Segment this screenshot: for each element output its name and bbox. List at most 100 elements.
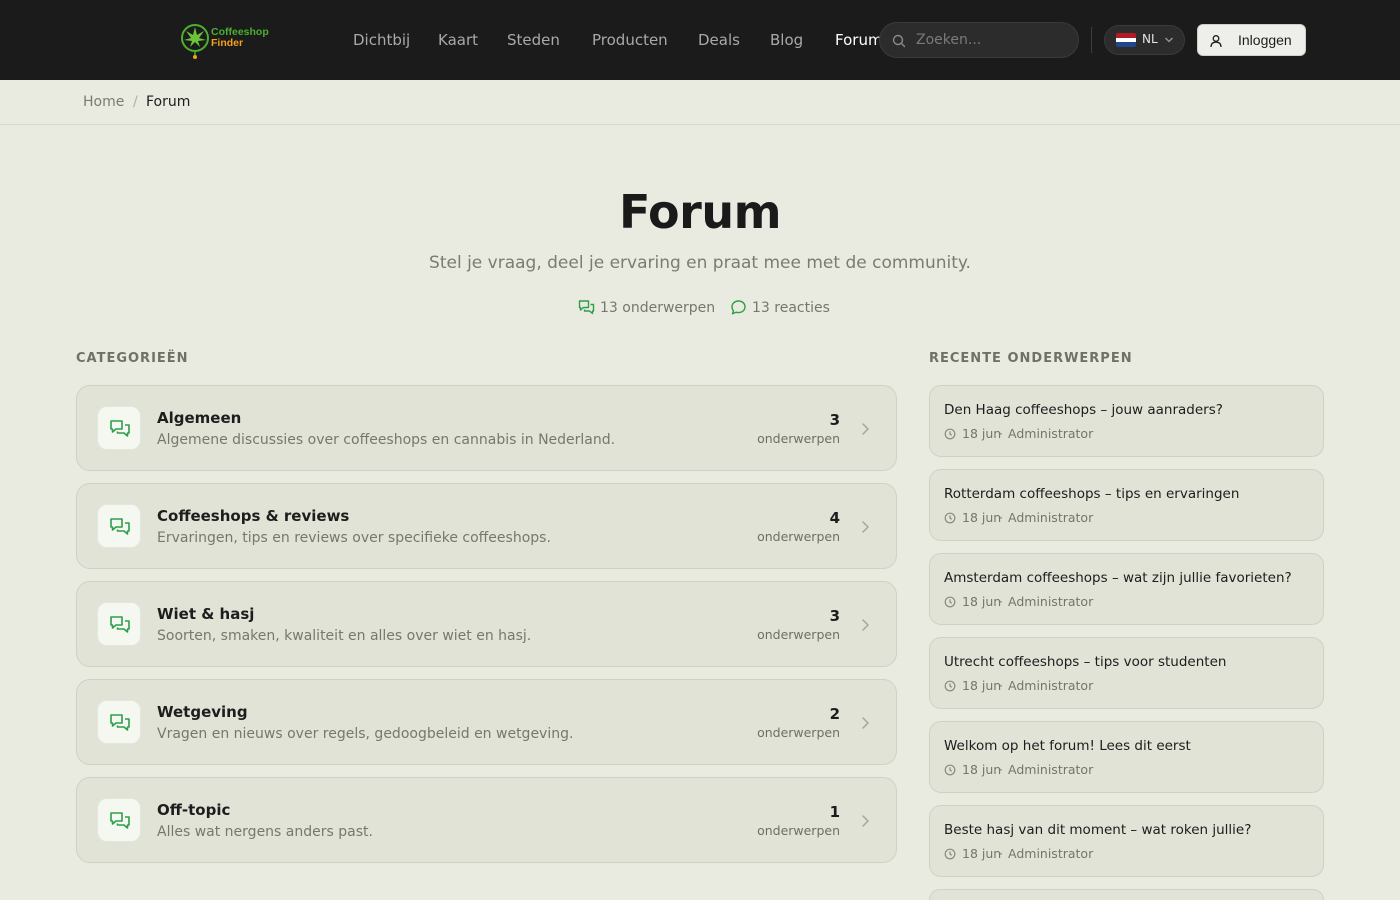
clock-icon (944, 848, 956, 860)
nav-divider (1091, 27, 1092, 53)
chat-bubbles-icon (110, 812, 130, 829)
category-count-label: onderwerpen (757, 627, 840, 642)
language-code: NL (1142, 32, 1158, 46)
breadcrumb: Home / Forum (0, 80, 1400, 125)
nav-link-producten[interactable]: Producten (592, 29, 668, 51)
topic-author: Administrator (1008, 762, 1094, 777)
chevron-right-icon (862, 717, 869, 729)
topic-date: 18 jun (962, 594, 1002, 609)
page-title: Forum (618, 185, 782, 239)
category-topic-count: 1 (829, 803, 840, 821)
nav-link-kaart[interactable]: Kaart (438, 29, 478, 51)
recent-topic-card[interactable]: Welkom op het forum! Lees dit eerst 18 j… (929, 721, 1324, 793)
search-input[interactable] (916, 30, 1066, 50)
site-logo[interactable]: Coffeeshop Finder (180, 22, 272, 60)
category-card-wetgeving[interactable]: Wetgeving Vragen en nieuws over regels, … (76, 679, 897, 765)
topic-date: 18 jun (962, 510, 1002, 525)
chevron-right-icon (862, 619, 869, 631)
topic-author: Administrator (1008, 426, 1094, 441)
category-description: Alles wat nergens anders past. (157, 824, 373, 840)
chevron-right-icon (862, 423, 869, 435)
category-count-label: onderwerpen (757, 725, 840, 740)
breadcrumb-current: Forum (146, 94, 191, 110)
meta-separator: · (999, 846, 1003, 861)
logo-wordmark: Coffeeshop Finder (211, 27, 269, 49)
clock-icon (944, 512, 956, 524)
category-icon (97, 504, 141, 548)
category-topic-count: 3 (829, 607, 840, 625)
recent-topic-card[interactable]: Utrecht coffeeshops – tips voor studente… (929, 637, 1324, 709)
topic-author: Administrator (1008, 510, 1094, 525)
language-selector[interactable]: NL (1104, 25, 1185, 55)
topic-date: 18 jun (962, 846, 1002, 861)
meta-separator: · (999, 678, 1003, 693)
topics-stat-label: 13 onderwerpen (600, 300, 716, 316)
topic-date: 18 jun (962, 426, 1002, 441)
meta-separator: · (999, 762, 1003, 777)
topic-date: 18 jun (962, 762, 1002, 777)
meta-separator: · (999, 594, 1003, 609)
replies-stat-label: 13 reacties (752, 300, 830, 316)
topic-title: Beste hasj van dit moment – wat roken ju… (944, 822, 1252, 838)
topic-title: Welkom op het forum! Lees dit eerst (944, 738, 1191, 754)
nav-link-steden[interactable]: Steden (507, 29, 560, 51)
recent-topic-card[interactable]: Den Haag coffeeshops – jouw aanraders? 1… (929, 385, 1324, 457)
category-topic-count: 4 (829, 509, 840, 527)
search-box[interactable] (879, 22, 1079, 58)
nav-link-forum[interactable]: Forum (835, 29, 883, 51)
category-count-label: onderwerpen (757, 431, 840, 446)
top-navbar: Coffeeshop Finder Dichtbij Kaart Steden … (0, 0, 1400, 80)
category-icon (97, 406, 141, 450)
category-title: Wetgeving (157, 703, 248, 721)
recent-topic-card[interactable]: Beste hasj van dit moment – wat roken ju… (929, 805, 1324, 877)
category-icon (97, 602, 141, 646)
topic-title: Den Haag coffeeshops – jouw aanraders? (944, 402, 1223, 418)
category-title: Off-topic (157, 801, 231, 819)
login-label: Inloggen (1238, 32, 1292, 48)
category-card-off-topic[interactable]: Off-topic Alles wat nergens anders past.… (76, 777, 897, 863)
netherlands-flag-icon (1116, 33, 1136, 47)
category-topic-count: 2 (829, 705, 840, 723)
category-icon (97, 798, 141, 842)
category-count-label: onderwerpen (757, 529, 840, 544)
nav-link-deals[interactable]: Deals (698, 29, 740, 51)
category-topic-count: 3 (829, 411, 840, 429)
category-card-algemeen[interactable]: Algemeen Algemene discussies over coffee… (76, 385, 897, 471)
chevron-down-icon (1165, 37, 1173, 43)
category-count-label: onderwerpen (757, 823, 840, 838)
categories-heading: CATEGORIEËN (76, 351, 189, 366)
login-button[interactable]: Inloggen (1197, 24, 1306, 56)
recent-topic-card[interactable]: Amsterdam coffeeshops – wat zijn jullie … (929, 553, 1324, 625)
topic-author: Administrator (1008, 594, 1094, 609)
recent-topic-card[interactable]: Rotterdam coffeeshops – tips en ervaring… (929, 469, 1324, 541)
search-icon (892, 34, 906, 48)
breadcrumb-home[interactable]: Home (83, 93, 124, 111)
clock-icon (944, 428, 956, 440)
meta-separator: · (999, 510, 1003, 525)
clock-icon (944, 596, 956, 608)
cannabis-leaf-logo-icon (181, 24, 209, 59)
meta-separator: · (999, 426, 1003, 441)
category-title: Coffeeshops & reviews (157, 507, 350, 525)
topic-title: Rotterdam coffeeshops – tips en ervaring… (944, 486, 1240, 502)
clock-icon (944, 764, 956, 776)
chat-bubbles-icon (110, 616, 130, 633)
category-description: Soorten, smaken, kwaliteit en alles over… (157, 628, 532, 644)
topic-date: 18 jun (962, 678, 1002, 693)
category-card-wiet-hasj[interactable]: Wiet & hasj Soorten, smaken, kwaliteit e… (76, 581, 897, 667)
topic-title: Utrecht coffeeshops – tips voor studente… (944, 654, 1227, 670)
topic-author: Administrator (1008, 846, 1094, 861)
chat-bubbles-icon (110, 420, 130, 437)
category-description: Algemene discussies over coffeeshops en … (157, 432, 616, 448)
message-circle-icon (731, 300, 746, 315)
recent-topic-card-partial[interactable] (929, 889, 1324, 900)
user-icon (1210, 35, 1222, 48)
nav-link-blog[interactable]: Blog (770, 29, 803, 51)
category-description: Vragen en nieuws over regels, gedoogbele… (157, 726, 574, 742)
category-card-coffeeshops-reviews[interactable]: Coffeeshops & reviews Ervaringen, tips e… (76, 483, 897, 569)
topic-title: Amsterdam coffeeshops – wat zijn jullie … (944, 570, 1292, 586)
nav-link-dichtbij[interactable]: Dichtbij (353, 29, 410, 51)
chevron-right-icon (862, 521, 869, 533)
category-description: Ervaringen, tips en reviews over specifi… (157, 530, 551, 546)
category-title: Wiet & hasj (157, 605, 255, 623)
